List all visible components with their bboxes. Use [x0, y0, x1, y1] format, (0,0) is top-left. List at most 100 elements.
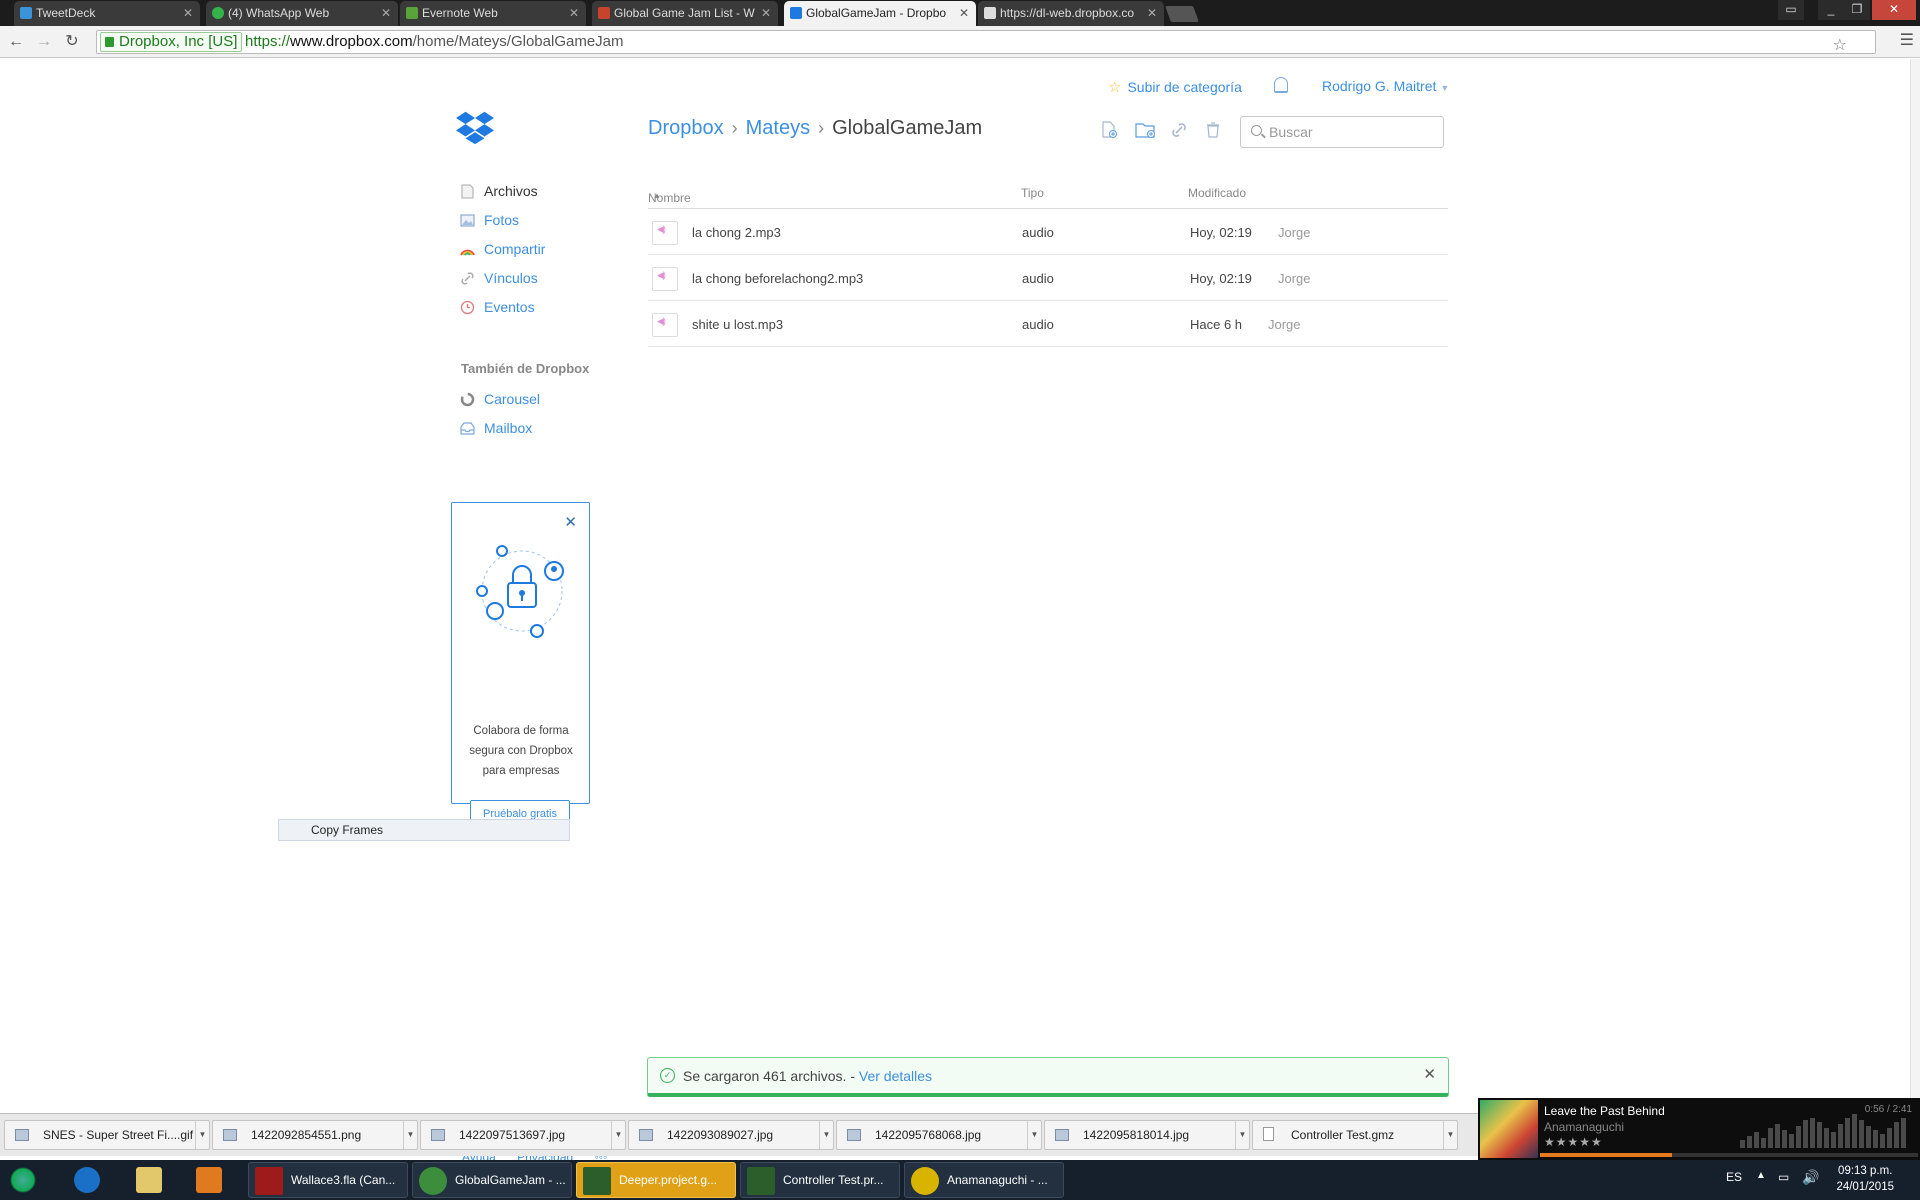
system-clock[interactable]: 09:13 p.m. 24/01/2015 [1836, 1163, 1894, 1195]
taskbar-item-controller-test[interactable]: Controller Test.pr... [740, 1162, 900, 1198]
tab-evernote[interactable]: Evernote Web ✕ [400, 1, 586, 26]
equalizer-bar [1831, 1132, 1836, 1148]
chevron-down-icon[interactable]: ▼ [195, 1121, 209, 1149]
file-modified-by: Jorge [1278, 225, 1311, 240]
tab-dropbox-active[interactable]: GlobalGameJam - Dropbo ✕ [784, 1, 976, 26]
network-icon[interactable]: ▭ [1778, 1170, 1789, 1184]
close-window-button[interactable]: ✕ [1872, 0, 1916, 20]
close-tab-icon[interactable]: ✕ [381, 1, 391, 25]
music-player-widget[interactable]: Leave the Past Behind Anamanaguchi ★★★★★… [1478, 1098, 1920, 1160]
tray-expand-icon[interactable]: ▲ [1756, 1170, 1766, 1181]
chevron-down-icon[interactable]: ▼ [819, 1121, 833, 1149]
download-item[interactable]: Controller Test.gmz ▼ [1252, 1120, 1458, 1150]
download-item[interactable]: 1422097513697.jpg ▼ [420, 1120, 626, 1150]
tab-tweetdeck[interactable]: TweetDeck ✕ [14, 1, 200, 26]
file-row[interactable]: shite u lost.mp3 audio Hace 6 h Jorge [648, 301, 1448, 347]
chevron-down-icon[interactable]: ▼ [403, 1121, 417, 1149]
download-name: 1422095818014.jpg [1083, 1128, 1190, 1142]
file-name[interactable]: la chong 2.mp3 [692, 225, 781, 240]
media-player-icon[interactable] [196, 1167, 222, 1193]
upload-file-icon[interactable] [1100, 121, 1118, 139]
close-tab-icon[interactable]: ✕ [1147, 1, 1157, 25]
forward-arrow-icon[interactable]: → [34, 32, 54, 52]
new-tab-button[interactable] [1165, 6, 1199, 22]
file-row[interactable]: la chong 2.mp3 audio Hoy, 02:19 Jorge [648, 209, 1448, 255]
internet-explorer-icon[interactable] [74, 1167, 100, 1193]
back-arrow-icon[interactable]: ← [6, 32, 26, 52]
tab-global-game-jam-list[interactable]: Global Game Jam List - W ✕ [592, 1, 778, 26]
link-icon[interactable] [1170, 121, 1188, 139]
browser-menu-icon[interactable]: ☰ [1900, 30, 1914, 50]
user-profile-icon[interactable]: ▭ [1778, 0, 1804, 20]
breadcrumb-root[interactable]: Dropbox [648, 117, 724, 139]
taskbar-item-music-player[interactable]: Anamanaguchi - ... [904, 1162, 1064, 1198]
search-input[interactable] [1269, 123, 1439, 141]
tab-whatsapp[interactable]: (4) WhatsApp Web ✕ [206, 1, 398, 26]
taskbar-item-flash[interactable]: Wallace3.fla (Can... [248, 1162, 408, 1198]
column-modified-header[interactable]: Modificado [1188, 186, 1246, 200]
reload-icon[interactable]: ↻ [62, 32, 82, 52]
close-tab-icon[interactable]: ✕ [959, 1, 969, 25]
file-modified: Hoy, 02:19 [1190, 225, 1252, 240]
close-icon[interactable]: ✕ [564, 513, 577, 531]
dropbox-logo[interactable] [456, 109, 494, 145]
chevron-down-icon[interactable]: ▼ [611, 1121, 625, 1149]
sidebar-item-vinculos[interactable]: Vínculos [460, 268, 545, 297]
sidebar-item-compartir[interactable]: Compartir [460, 239, 545, 268]
taskbar-item-deeper-project[interactable]: Deeper.project.g... [576, 1162, 736, 1198]
file-name[interactable]: la chong beforelachong2.mp3 [692, 271, 863, 286]
view-details-link[interactable]: Ver detalles [859, 1068, 932, 1084]
file-explorer-icon[interactable] [136, 1167, 162, 1193]
close-tab-icon[interactable]: ✕ [761, 1, 771, 25]
download-item[interactable]: 1422095818014.jpg ▼ [1044, 1120, 1250, 1150]
sidebar-item-carousel[interactable]: Carousel [460, 389, 540, 418]
volume-icon[interactable]: 🔊 [1802, 1169, 1819, 1186]
vertical-scrollbar[interactable] [1910, 59, 1920, 1113]
file-row[interactable]: la chong beforelachong2.mp3 audio Hoy, 0… [648, 255, 1448, 301]
language-indicator[interactable]: ES [1726, 1170, 1742, 1184]
column-type-header[interactable]: Tipo [1021, 186, 1044, 200]
chevron-down-icon[interactable]: ▼ [1443, 1121, 1457, 1149]
user-menu[interactable]: Rodrigo G. Maitret ▼ [1322, 78, 1449, 94]
sidebar-item-eventos[interactable]: Eventos [460, 297, 545, 326]
rating-stars[interactable]: ★★★★★ [1544, 1135, 1603, 1149]
download-item[interactable]: 1422095768068.jpg ▼ [836, 1120, 1042, 1150]
file-name[interactable]: shite u lost.mp3 [692, 317, 783, 332]
mailbox-icon [460, 422, 475, 435]
download-item[interactable]: SNES - Super Street Fi....gif ▼ [4, 1120, 210, 1150]
upgrade-link[interactable]: ☆ Subir de categoría [1108, 78, 1242, 96]
ev-certificate-badge[interactable]: Dropbox, Inc [US] [100, 32, 243, 52]
sidebar-item-fotos[interactable]: Fotos [460, 210, 545, 239]
breadcrumb-parent[interactable]: Mateys [746, 117, 810, 139]
sidebar-item-mailbox[interactable]: Mailbox [460, 418, 540, 447]
start-orb-icon[interactable] [10, 1167, 36, 1193]
link-icon [461, 272, 474, 285]
trash-icon[interactable] [1204, 121, 1222, 139]
dropbox-icon [790, 7, 802, 19]
equalizer-visualizer [1740, 1114, 1906, 1148]
close-tab-icon[interactable]: ✕ [569, 1, 579, 25]
search-box[interactable] [1240, 116, 1444, 148]
download-item[interactable]: 1422093089027.jpg ▼ [628, 1120, 834, 1150]
minimize-button[interactable]: _ [1818, 0, 1844, 20]
image-file-icon [847, 1129, 861, 1141]
sidebar-item-archivos[interactable]: Archivos [460, 181, 545, 210]
download-item[interactable]: 1422092854551.png ▼ [212, 1120, 418, 1150]
bookmark-star-icon[interactable]: ☆ [1833, 35, 1847, 57]
bell-icon[interactable] [1274, 77, 1288, 93]
chevron-down-icon[interactable]: ▼ [1235, 1121, 1249, 1149]
image-file-icon [639, 1129, 653, 1141]
chevron-down-icon[interactable]: ▼ [1027, 1121, 1041, 1149]
album-art [1480, 1100, 1538, 1158]
new-folder-icon[interactable] [1135, 121, 1157, 139]
close-tab-icon[interactable]: ✕ [183, 1, 193, 25]
track-progress-bar[interactable] [1540, 1153, 1918, 1157]
equalizer-bar [1789, 1134, 1794, 1148]
taskbar-item-chrome[interactable]: GlobalGameJam - ... [412, 1162, 572, 1198]
close-icon[interactable]: ✕ [1423, 1065, 1436, 1083]
restore-button[interactable]: ❐ [1844, 0, 1870, 20]
task-label: Deeper.project.g... [619, 1173, 718, 1187]
context-menu-item-copy-frames[interactable]: Copy Frames [278, 819, 570, 841]
tab-dl-web-dropbox[interactable]: https://dl-web.dropbox.co ✕ [978, 1, 1164, 26]
address-bar[interactable]: Dropbox, Inc [US] https://www.dropbox.co… [96, 30, 1876, 54]
